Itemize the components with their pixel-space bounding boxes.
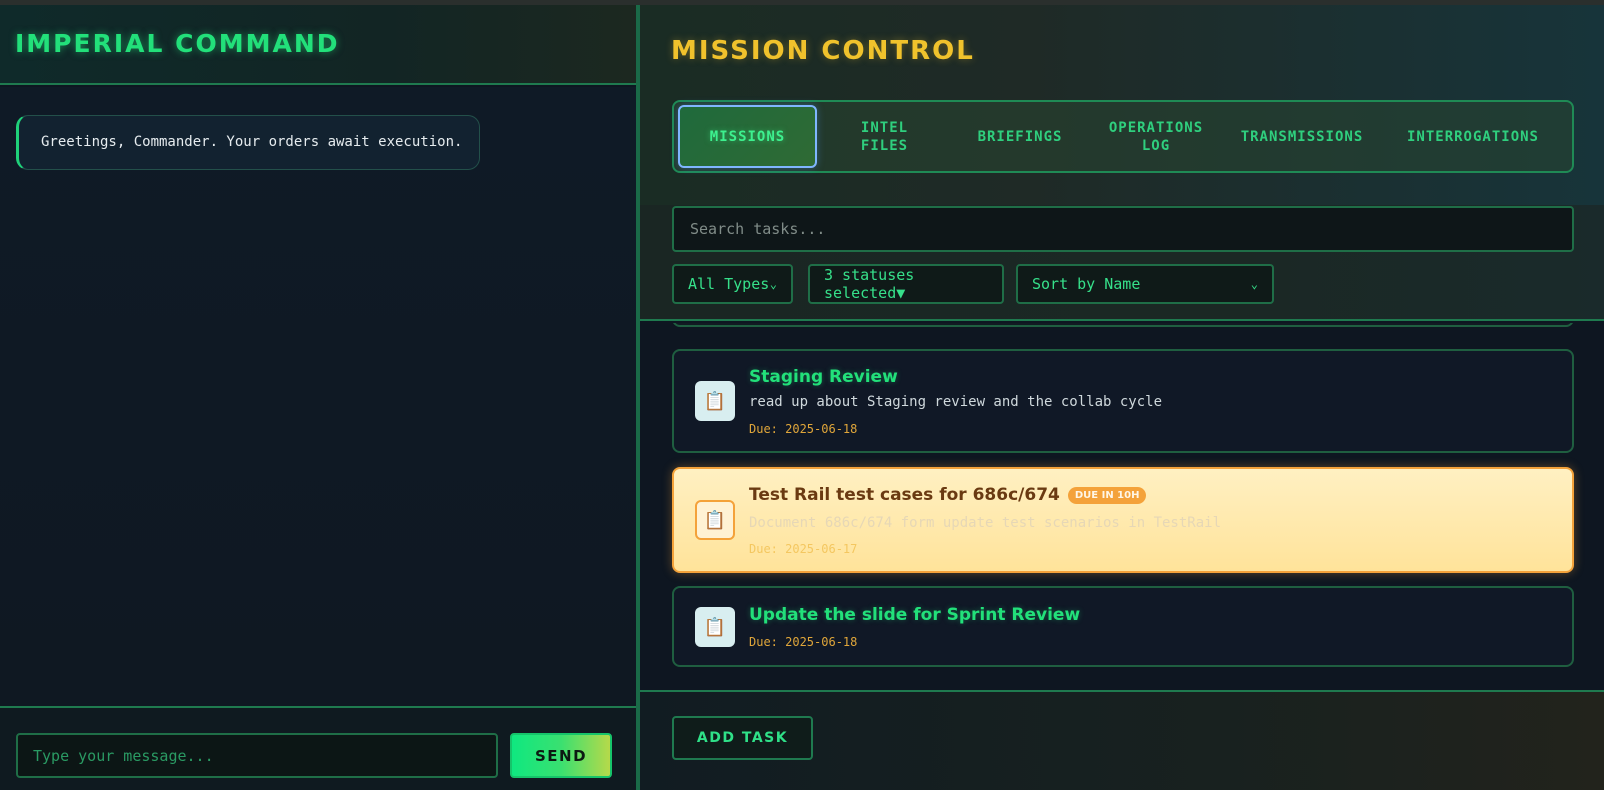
- task-description: read up about Staging review and the col…: [749, 394, 1163, 410]
- task-title: Test Rail test cases for 686c/674 DUE IN …: [749, 485, 1147, 505]
- mission-title: MISSION CONTROL: [671, 36, 975, 66]
- clipboard-icon: 📋: [695, 607, 735, 647]
- chat-messages[interactable]: Greetings, Commander. Your orders await …: [0, 87, 636, 711]
- mission-header: MISSION CONTROL MISSIONS INTEL FILES BRI…: [640, 5, 1604, 205]
- chat-panel: IMPERIAL COMMAND Greetings, Commander. Y…: [0, 5, 636, 790]
- search-input[interactable]: [672, 206, 1574, 252]
- task-description: Document 686c/674 form update test scena…: [749, 515, 1222, 531]
- task-due-date: Due: 2025-06-18: [749, 422, 858, 436]
- clipboard-icon: 📋: [695, 500, 735, 540]
- due-soon-badge: DUE IN 10H: [1067, 487, 1147, 504]
- sort-value: Sort by Name: [1032, 275, 1141, 293]
- tab-operations-log[interactable]: OPERATIONS LOG: [1088, 105, 1224, 168]
- status-filter-value: 3 statuses selected▼: [824, 266, 915, 302]
- task-card-highlighted[interactable]: 📋 Test Rail test cases for 686c/674 DUE I…: [672, 467, 1574, 573]
- send-button[interactable]: SEND: [510, 733, 612, 778]
- chat-header: IMPERIAL COMMAND: [0, 5, 636, 85]
- task-title: Staging Review: [749, 367, 898, 387]
- tab-bar: MISSIONS INTEL FILES BRIEFINGS OPERATION…: [672, 100, 1574, 173]
- type-filter-select[interactable]: All Types ⌄: [672, 264, 793, 304]
- app-root: IMPERIAL COMMAND Greetings, Commander. Y…: [0, 0, 1604, 790]
- task-card-partial[interactable]: [672, 323, 1574, 327]
- task-card[interactable]: 📋 Update the slide for Sprint Review Due…: [672, 586, 1574, 667]
- tab-missions[interactable]: MISSIONS: [678, 105, 817, 168]
- tab-label: OPERATIONS LOG: [1108, 119, 1204, 154]
- task-card[interactable]: 📋 Staging Review read up about Staging r…: [672, 349, 1574, 453]
- task-due-date: Due: 2025-06-18: [749, 635, 858, 649]
- mission-panel: MISSION CONTROL MISSIONS INTEL FILES BRI…: [640, 5, 1604, 790]
- mission-footer: ADD TASK: [640, 690, 1604, 790]
- chat-message: Greetings, Commander. Your orders await …: [16, 115, 480, 170]
- tab-briefings[interactable]: BRIEFINGS: [952, 105, 1088, 168]
- tab-interrogations[interactable]: INTERROGATIONS: [1380, 105, 1566, 168]
- task-list[interactable]: 📋 Staging Review read up about Staging r…: [640, 323, 1604, 690]
- status-filter-select[interactable]: 3 statuses selected▼: [808, 264, 1004, 304]
- task-controls: All Types ⌄ 3 statuses selected▼ Sort by…: [640, 205, 1604, 321]
- tab-intel-files[interactable]: INTEL FILES: [817, 105, 952, 168]
- sort-select[interactable]: Sort by Name ⌄: [1016, 264, 1274, 304]
- tab-transmissions[interactable]: TRANSMISSIONS: [1224, 105, 1380, 168]
- chevron-down-icon: ⌄: [1250, 277, 1258, 291]
- tab-label: INTEL FILES: [860, 119, 909, 154]
- task-due-date: Due: 2025-06-17: [749, 542, 858, 556]
- chat-title: IMPERIAL COMMAND: [15, 29, 340, 58]
- task-title: Update the slide for Sprint Review: [749, 605, 1081, 625]
- task-title-text: Test Rail test cases for 686c/674: [749, 485, 1060, 505]
- message-input[interactable]: [16, 733, 498, 778]
- chevron-down-icon: ⌄: [769, 277, 777, 291]
- type-filter-value: All Types: [688, 275, 770, 293]
- add-task-button[interactable]: ADD TASK: [672, 716, 813, 760]
- clipboard-icon: 📋: [695, 381, 735, 421]
- chat-footer: SEND: [0, 706, 636, 790]
